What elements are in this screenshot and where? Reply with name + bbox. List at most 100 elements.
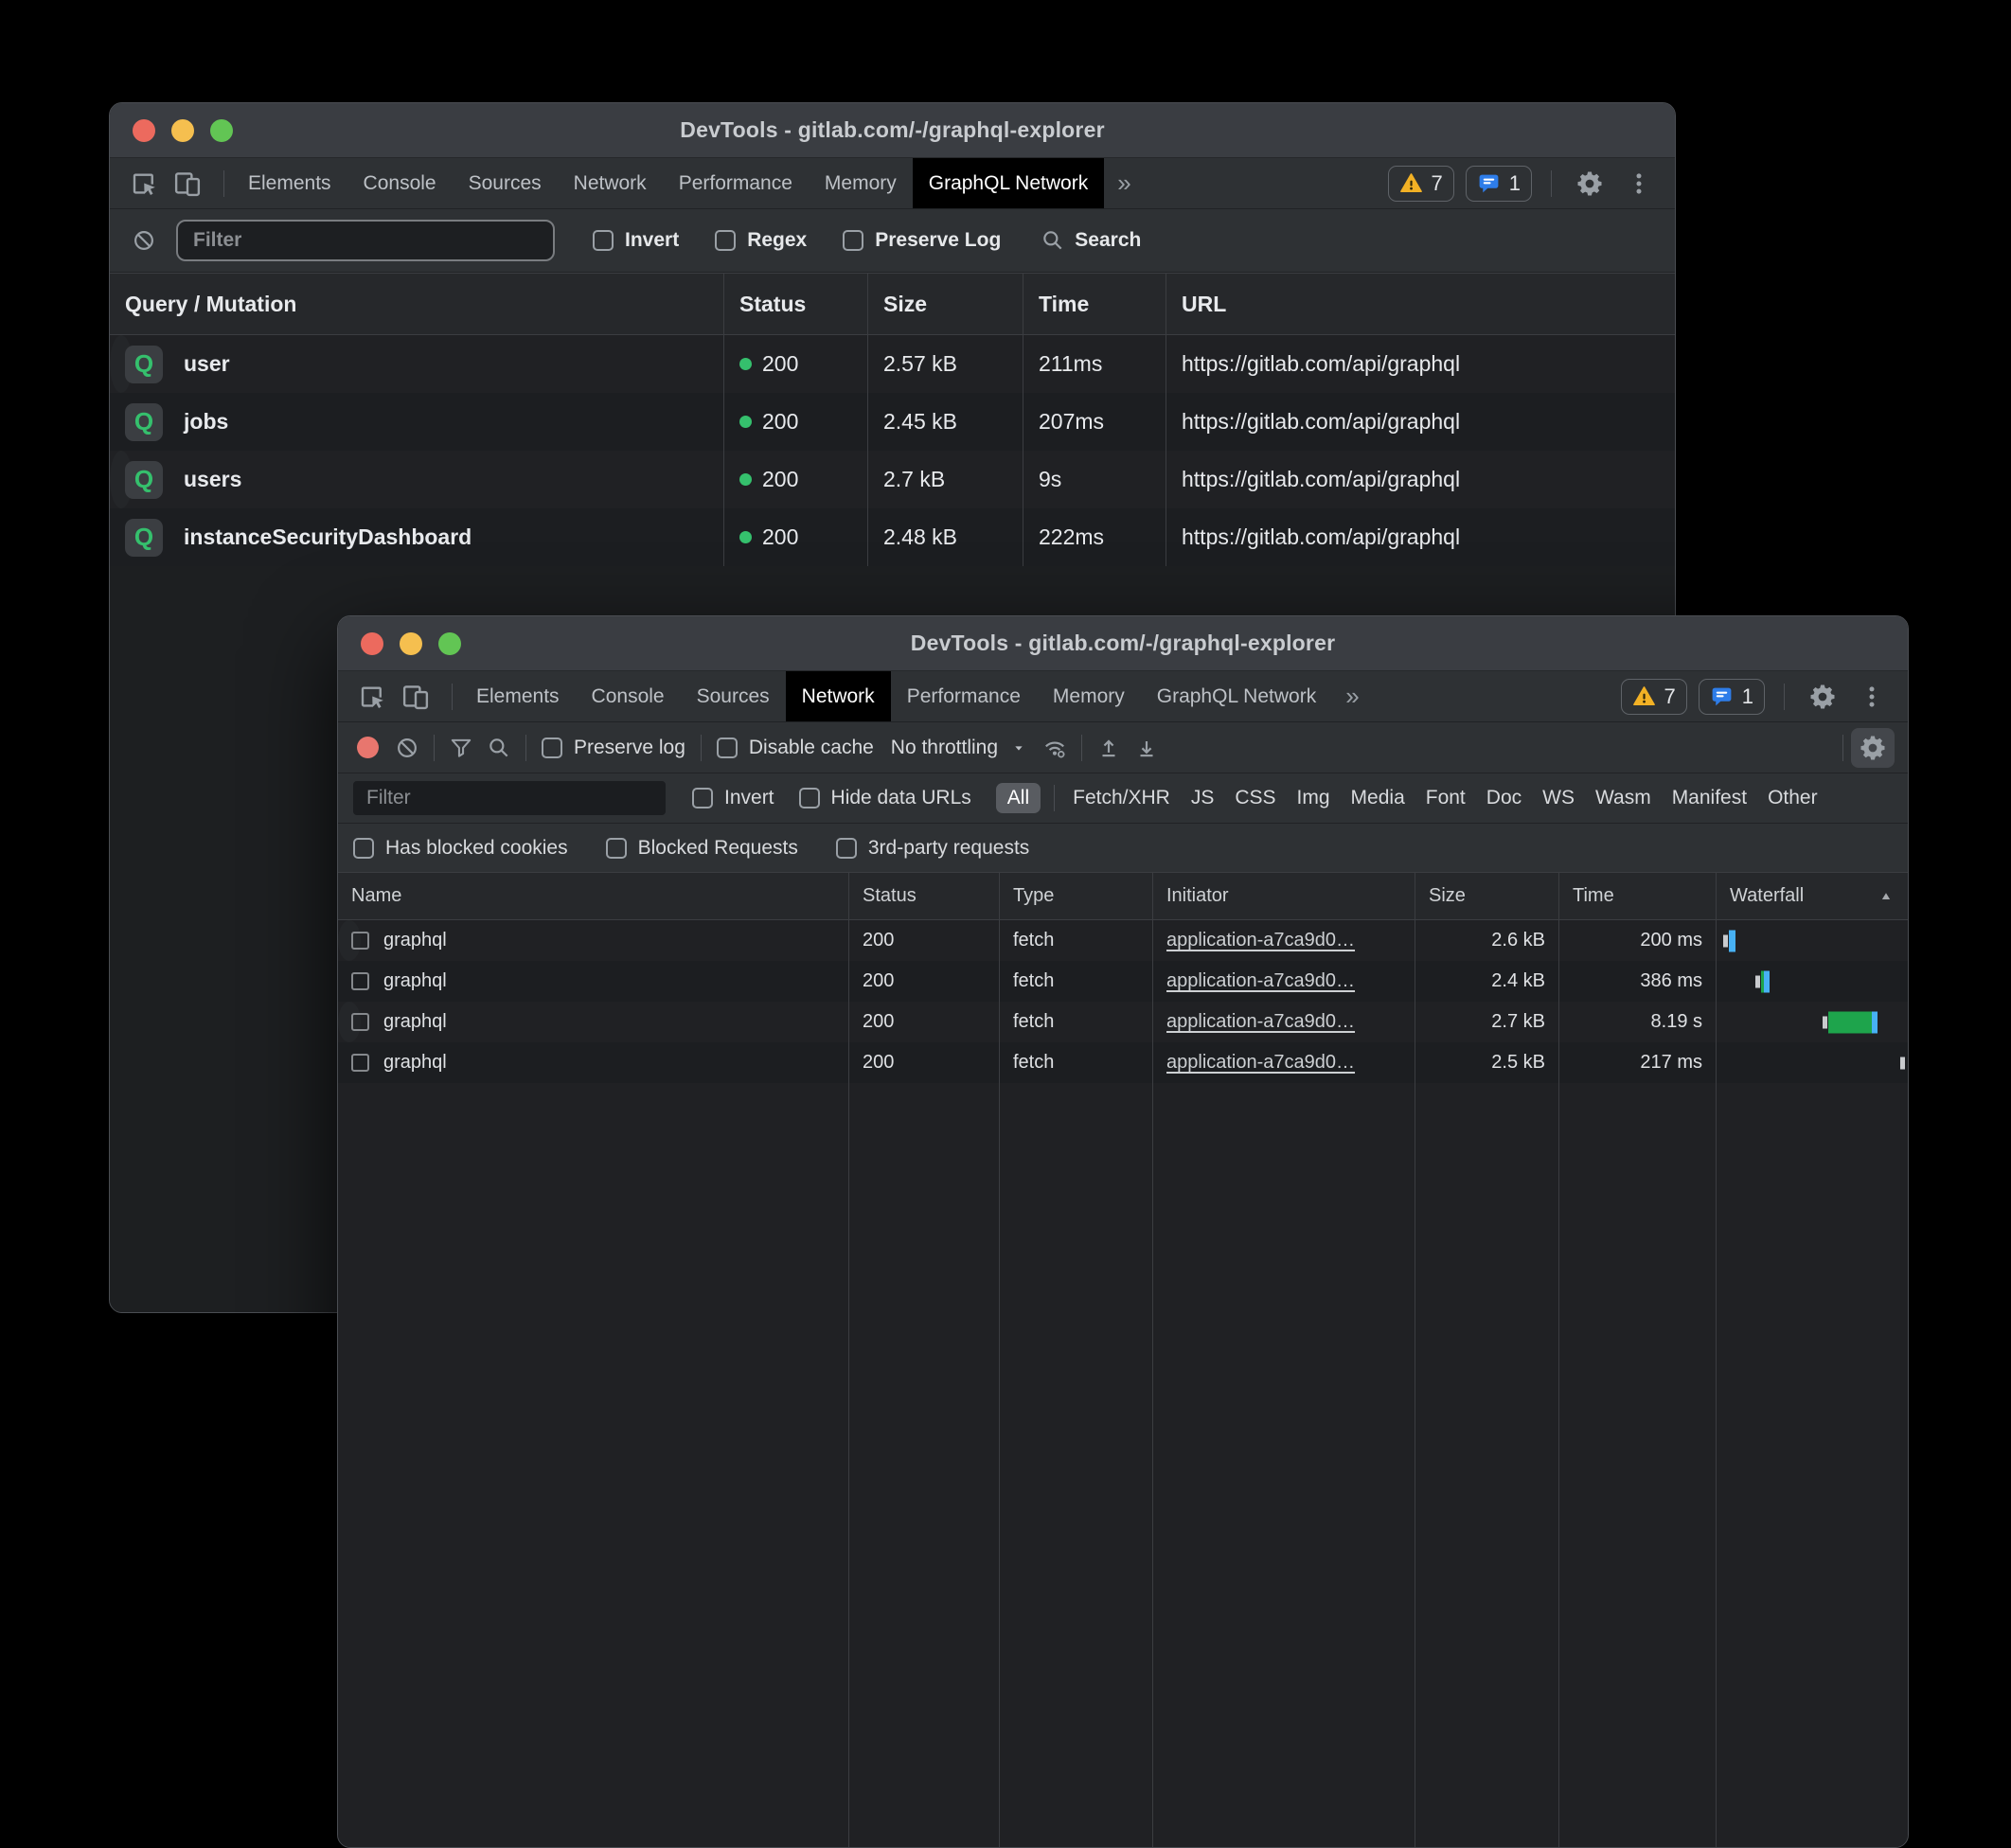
type-filter-media[interactable]: Media (1351, 787, 1405, 809)
column-status[interactable]: Status (848, 873, 999, 919)
issues-badge[interactable]: 1 (1699, 679, 1765, 715)
device-toolbar-icon[interactable] (397, 678, 435, 716)
type-filter-manifest[interactable]: Manifest (1672, 787, 1747, 809)
tab-performance[interactable]: Performance (891, 671, 1037, 721)
table-row[interactable]: Q jobs 200 2.45 kB 207ms https://gitlab.… (110, 393, 1675, 451)
type-filter-js[interactable]: JS (1191, 787, 1215, 809)
throttling-value: No throttling (891, 737, 998, 759)
column-time[interactable]: Time (1558, 873, 1716, 919)
column-initiator[interactable]: Initiator (1152, 873, 1415, 919)
tab-elements[interactable]: Elements (232, 158, 347, 208)
column-waterfall[interactable]: Waterfall (1716, 873, 1908, 919)
table-row[interactable]: Q user 200 2.57 kB 211ms https://gitlab.… (110, 335, 133, 393)
zoom-button[interactable] (210, 119, 233, 142)
clear-icon[interactable] (388, 729, 426, 767)
row-checkbox[interactable] (351, 932, 369, 950)
has-blocked-cookies-checkbox[interactable] (353, 838, 374, 859)
type-filter-css[interactable]: CSS (1235, 787, 1275, 809)
settings-gear-icon[interactable] (1804, 678, 1842, 716)
invert-checkbox[interactable] (593, 230, 614, 251)
tab-network[interactable]: Network (786, 671, 891, 721)
preserve-log-checkbox[interactable] (542, 737, 562, 758)
minimize-button[interactable] (171, 119, 194, 142)
type-filter-font[interactable]: Font (1426, 787, 1466, 809)
size-value: 2.45 kB (867, 393, 1023, 451)
query-badge: Q (125, 346, 163, 383)
tab-memory[interactable]: Memory (809, 158, 913, 208)
graphql-filter-row: Invert Regex Preserve Log Search (110, 209, 1675, 273)
row-checkbox[interactable] (351, 1054, 369, 1072)
tab-console[interactable]: Console (576, 671, 681, 721)
request-row[interactable]: graphql 200 fetch application-a7ca9d0… 2… (338, 1042, 1908, 1083)
network-settings-button[interactable] (1851, 728, 1895, 768)
type-filter-doc[interactable]: Doc (1486, 787, 1522, 809)
filter-input[interactable] (176, 220, 555, 261)
warnings-badge[interactable]: 7 (1388, 166, 1454, 202)
hide-data-urls-checkbox[interactable] (799, 788, 820, 808)
kebab-menu-icon[interactable] (1620, 165, 1658, 203)
initiator-link[interactable]: application-a7ca9d0… (1166, 970, 1355, 992)
search-toggle[interactable]: Search (1041, 228, 1141, 253)
type-filter-all[interactable]: All (996, 783, 1041, 813)
column-name[interactable]: Name (338, 873, 848, 919)
kebab-menu-icon[interactable] (1853, 678, 1891, 716)
warnings-badge[interactable]: 7 (1621, 679, 1687, 715)
initiator-link[interactable]: application-a7ca9d0… (1166, 930, 1355, 951)
table-row[interactable]: Q users 200 2.7 kB 9s https://gitlab.com… (110, 451, 133, 508)
more-tabs-chevron[interactable]: » (1104, 158, 1144, 208)
initiator-link[interactable]: application-a7ca9d0… (1166, 1011, 1355, 1033)
preserve-log-checkbox[interactable] (843, 230, 863, 251)
column-time: Time (1023, 274, 1166, 334)
device-toolbar-icon[interactable] (169, 165, 206, 203)
request-row[interactable]: graphql 200 fetch application-a7ca9d0… 2… (338, 961, 1908, 1002)
initiator-link[interactable]: application-a7ca9d0… (1166, 1052, 1355, 1074)
tab-graphql-network[interactable]: GraphQL Network (913, 158, 1104, 208)
tab-memory[interactable]: Memory (1037, 671, 1141, 721)
blocked-requests-checkbox[interactable] (606, 838, 627, 859)
close-button[interactable] (133, 119, 155, 142)
waterfall-bar (1828, 1011, 1872, 1033)
more-tabs-chevron[interactable]: » (1332, 671, 1372, 721)
type-filter-fetch-xhr[interactable]: Fetch/XHR (1073, 787, 1170, 809)
minimize-button[interactable] (400, 632, 422, 655)
row-checkbox[interactable] (351, 972, 369, 990)
inspect-element-icon[interactable] (125, 165, 163, 203)
issues-badge[interactable]: 1 (1466, 166, 1532, 202)
tab-sources[interactable]: Sources (453, 158, 558, 208)
tab-graphql-network[interactable]: GraphQL Network (1141, 671, 1332, 721)
table-row[interactable]: Q instanceSecurityDashboard 200 2.48 kB … (110, 508, 1675, 566)
record-button[interactable] (357, 737, 379, 758)
disable-cache-checkbox[interactable] (717, 737, 738, 758)
tab-sources[interactable]: Sources (681, 671, 786, 721)
type-filter-wasm[interactable]: Wasm (1595, 787, 1651, 809)
preserve-log-label: Preserve log (574, 737, 685, 759)
import-har-icon[interactable] (1090, 729, 1128, 767)
row-checkbox[interactable] (351, 1013, 369, 1031)
filter-input[interactable] (353, 781, 666, 815)
regex-checkbox[interactable] (715, 230, 736, 251)
column-type[interactable]: Type (999, 873, 1152, 919)
network-conditions-icon[interactable] (1036, 729, 1074, 767)
clear-icon[interactable] (125, 222, 163, 259)
type-filter-ws[interactable]: WS (1542, 787, 1575, 809)
inspect-element-icon[interactable] (353, 678, 391, 716)
settings-gear-icon[interactable] (1571, 165, 1609, 203)
status-value: 200 (848, 961, 999, 1002)
third-party-requests-checkbox[interactable] (836, 838, 857, 859)
request-row[interactable]: graphql 200 fetch application-a7ca9d0… 2… (338, 1002, 361, 1042)
invert-checkbox[interactable] (692, 788, 713, 808)
tab-elements[interactable]: Elements (460, 671, 576, 721)
close-button[interactable] (361, 632, 383, 655)
type-filter-other[interactable]: Other (1768, 787, 1818, 809)
tab-network[interactable]: Network (558, 158, 663, 208)
filter-funnel-icon[interactable] (442, 729, 480, 767)
search-icon[interactable] (480, 729, 518, 767)
throttling-dropdown[interactable]: No throttling (891, 737, 1026, 759)
export-har-icon[interactable] (1128, 729, 1166, 767)
tab-console[interactable]: Console (347, 158, 453, 208)
type-filter-img[interactable]: Img (1297, 787, 1330, 809)
request-row[interactable]: graphql 200 fetch application-a7ca9d0… 2… (338, 920, 361, 961)
column-size[interactable]: Size (1415, 873, 1558, 919)
zoom-button[interactable] (438, 632, 461, 655)
tab-performance[interactable]: Performance (663, 158, 809, 208)
